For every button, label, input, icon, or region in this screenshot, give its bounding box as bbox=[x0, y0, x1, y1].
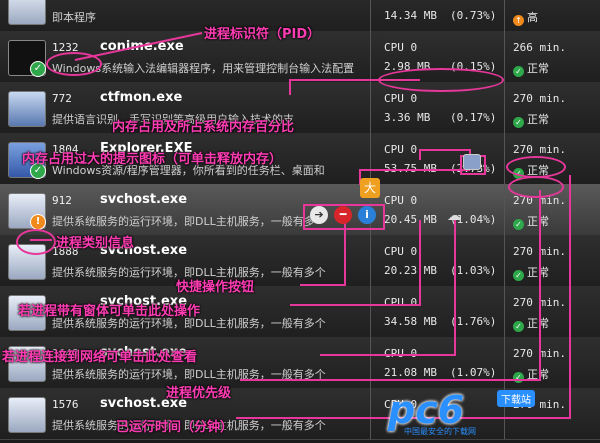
annotation-memory-hint: 内存占用过大的提示图标（可单击释放内存） bbox=[22, 152, 283, 167]
info-button[interactable]: i bbox=[358, 206, 376, 224]
priority-highlight bbox=[508, 176, 564, 198]
category-highlight bbox=[16, 229, 56, 255]
annotation-window-op: 若进程带有窗体可单击此处操作 bbox=[18, 304, 201, 319]
go-to-button[interactable]: ➔ bbox=[310, 206, 328, 224]
network-icon[interactable]: ☁ bbox=[444, 206, 464, 226]
annotation-memory: 内存占用及所占系统内存百分比 bbox=[112, 120, 295, 135]
annotation-quick-actions: 快捷操作按钮 bbox=[176, 280, 255, 295]
runtime-highlight bbox=[506, 156, 566, 178]
pid-highlight bbox=[46, 52, 102, 76]
annotation-category: 进程类别信息 bbox=[56, 236, 135, 251]
window-op-icon[interactable] bbox=[463, 154, 481, 170]
pc6-logo-tag: 下载站 bbox=[497, 390, 535, 407]
memory-highlight bbox=[378, 68, 504, 92]
pc6-logo-sub: 中国最安全的下载网 bbox=[404, 427, 476, 436]
annotation-pid: 进程标识符（PID） bbox=[204, 27, 321, 42]
annotation-priority: 进程优先级 bbox=[166, 386, 232, 401]
memory-hint-icon[interactable]: 大 bbox=[360, 178, 380, 198]
annotation-runtime: 已运行时间（分钟） bbox=[116, 420, 234, 435]
end-process-button[interactable]: ━ bbox=[334, 206, 352, 224]
annotation-network: 若进程连接到网络可单击此处查看 bbox=[2, 350, 198, 365]
